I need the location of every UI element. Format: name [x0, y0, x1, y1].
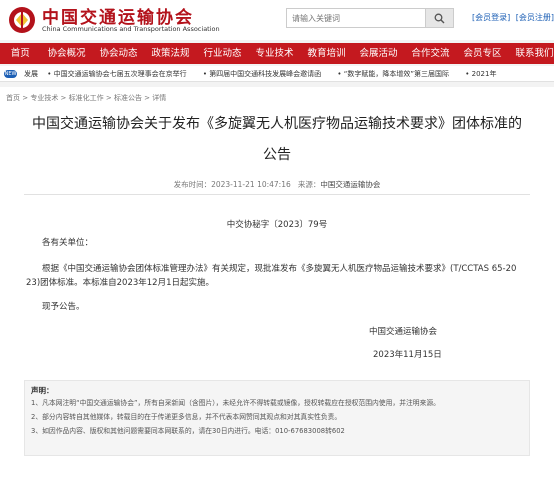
- body-paragraph-line: 根据《中国交通运输协会团体标准管理办法》有关规定，现批准发布《多旋翼无人机医疗物…: [42, 264, 517, 274]
- article-container: 首页 > 专业技术 > 标准化工作 > 标准公告 > 详情 中国交通运输协会关于…: [0, 87, 554, 477]
- nav-item-technology[interactable]: 专业技术: [249, 43, 301, 64]
- new-badge-icon: NEW: [4, 70, 17, 78]
- notice-title: 声明：: [31, 386, 54, 395]
- nav-item-policy[interactable]: 政策法规: [145, 43, 197, 64]
- nav-item-industry[interactable]: 行业动态: [197, 43, 249, 64]
- notice-item: 1、凡本网注明“中国交通运输协会”，所有自采新闻（含图片），未经允许不得转载或镜…: [31, 399, 440, 407]
- ticker-item[interactable]: • “数字赋能，降本增效”第三届国际: [337, 70, 456, 78]
- ticker-item[interactable]: 发展: [24, 70, 38, 78]
- source-label: 来源：: [297, 180, 321, 189]
- logo-english-name: China Communications and Transportation …: [42, 25, 220, 33]
- publish-time: 发布时间：2023-11-21 10:47:16: [173, 180, 291, 189]
- nav-item-cooperation[interactable]: 合作交流: [405, 43, 457, 64]
- document-number: 中交协秘字〔2023〕79号: [226, 220, 328, 230]
- page-title-continued: 公告: [263, 147, 291, 163]
- member-register-link[interactable]: [会员注册]: [516, 13, 554, 22]
- news-ticker: NEW 发展 • 中国交通运输协会七届五次理事会在京举行 • 第四届中国交通科技…: [0, 66, 554, 82]
- ticker-item[interactable]: • 2021年: [465, 70, 503, 78]
- member-login-link[interactable]: [会员登录]: [472, 13, 510, 22]
- page-title: 中国交通运输协会关于发布《多旋翼无人机医疗物品运输技术要求》团体标准的: [32, 116, 522, 132]
- signature-organization: 中国交通运输协会: [369, 327, 438, 337]
- nav-item-home[interactable]: 首页: [0, 43, 41, 64]
- notice-item: 3、如因作品内容、版权和其他问题需要同本网联系的，请在30日内进行。电话：010…: [31, 427, 345, 435]
- divider: [24, 194, 530, 195]
- site-header: 中国交通运输协会 China Communications and Transp…: [0, 0, 554, 40]
- nav-item-members[interactable]: 会员专区: [457, 43, 509, 64]
- copyright-notice: 声明： 1、凡本网注明“中国交通运输协会”，所有自采新闻（含图片），未经允许不得…: [24, 380, 530, 456]
- main-nav: 首页 协会概况 协会动态 政策法规 行业动态 专业技术 教育培训 会展活动 合作…: [0, 43, 554, 64]
- member-links: [会员登录] [会员注册]: [472, 12, 554, 23]
- signature-date: 2023年11月15日: [373, 350, 442, 360]
- breadcrumb[interactable]: 首页 > 专业技术 > 标准化工作 > 标准公告 > 详情: [6, 93, 166, 103]
- nav-item-training[interactable]: 教育培训: [301, 43, 353, 64]
- ticker-item[interactable]: • 第四届中国交通科技发展峰会邀请函: [203, 70, 328, 78]
- search-input[interactable]: [286, 8, 426, 28]
- ticker-item[interactable]: • 中国交通运输协会七届五次理事会在京举行: [47, 70, 193, 78]
- nav-item-contact[interactable]: 联系我们: [509, 43, 554, 64]
- nav-item-news[interactable]: 协会动态: [93, 43, 145, 64]
- association-logo-icon[interactable]: [6, 5, 38, 35]
- body-paragraph-line: 23)团体标准。本标准自2023年12月1日起实施。: [26, 278, 214, 288]
- search-icon: [434, 13, 445, 23]
- nav-item-overview[interactable]: 协会概况: [41, 43, 93, 64]
- search-button[interactable]: [426, 8, 454, 28]
- salutation: 各有关单位：: [42, 238, 94, 248]
- nav-item-exhibition[interactable]: 会展活动: [353, 43, 405, 64]
- article-meta: 发布时间：2023-11-21 10:47:16 来源：中国交通运输协会: [0, 179, 554, 190]
- notice-item: 2、部分内容转自其他媒体，转载目的在于传递更多信息，并不代表本网赞同其观点和对其…: [31, 413, 342, 421]
- closing-text: 现予公告。: [42, 302, 85, 312]
- source-value: 中国交通运输协会: [320, 180, 381, 189]
